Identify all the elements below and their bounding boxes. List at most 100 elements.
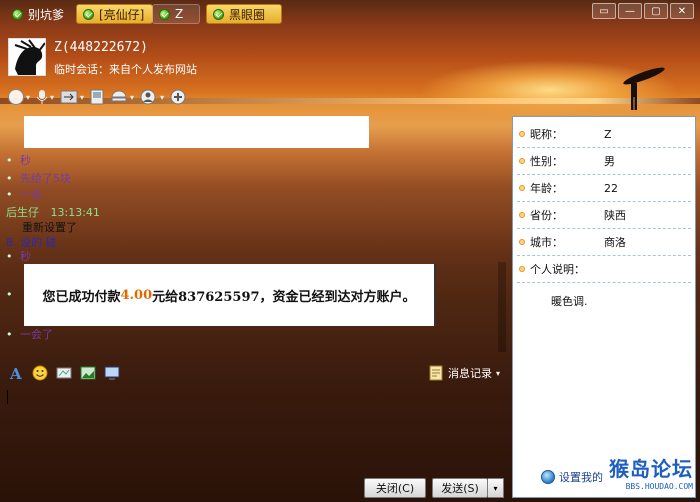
online-status-icon bbox=[83, 8, 94, 20]
profile-value: 陕西 bbox=[604, 209, 626, 222]
profile-value: 男 bbox=[604, 155, 615, 168]
settings-link[interactable]: 设置我的 bbox=[541, 469, 603, 485]
more-icon bbox=[170, 89, 186, 105]
remote-icon bbox=[111, 90, 127, 102]
profile-label: 年龄： bbox=[530, 182, 563, 195]
tab-contact-3[interactable]: Z bbox=[152, 4, 200, 24]
settings-link-label: 设置我的 bbox=[559, 471, 603, 484]
watermark-main: 猴岛论坛 bbox=[609, 457, 693, 481]
profile-value: Z bbox=[604, 127, 612, 141]
send-options-button[interactable]: ▾ bbox=[488, 478, 504, 498]
profile-label: 个人说明： bbox=[530, 263, 585, 276]
surfer-silhouette bbox=[623, 67, 665, 110]
chevron-down-icon: ▾ bbox=[80, 92, 85, 102]
profile-label: 昵称： bbox=[530, 128, 563, 141]
chevron-down-icon: ▾ bbox=[160, 92, 165, 102]
transfer-icon bbox=[60, 90, 78, 104]
chat-message: 秒 bbox=[6, 152, 31, 168]
profile-row-gender: 性别： 男 bbox=[517, 148, 691, 175]
history-icon bbox=[429, 365, 443, 381]
close-button[interactable]: 关闭(C) bbox=[364, 478, 426, 498]
watermark-sub: BBS.HOUDAO.COM bbox=[625, 482, 693, 491]
history-label: 消息记录 bbox=[447, 367, 492, 380]
profile-row-age: 年龄： 22 bbox=[517, 175, 691, 202]
avatar-image bbox=[9, 39, 45, 75]
tab-contact-1[interactable]: 别坑爹 bbox=[6, 4, 72, 24]
chat-message: 秒 bbox=[6, 248, 31, 264]
bullet-icon bbox=[519, 131, 525, 137]
remote-assist-button[interactable]: ▾ bbox=[110, 89, 134, 105]
profile-label: 省份： bbox=[530, 209, 563, 222]
message-text: 一会 bbox=[20, 188, 42, 201]
avatar[interactable] bbox=[8, 38, 46, 76]
skin-button[interactable]: ▭ bbox=[592, 3, 616, 19]
message-text: 秒 bbox=[20, 250, 31, 263]
screenshot-icon[interactable] bbox=[104, 365, 120, 381]
tab-label: Z bbox=[175, 7, 184, 21]
profile-row-bio: 个人说明： bbox=[517, 256, 691, 283]
file-transfer-button[interactable]: ▾ bbox=[60, 90, 84, 104]
video-call-button[interactable]: ▾ bbox=[8, 89, 30, 105]
tab-label: 黑眼圈 bbox=[229, 7, 266, 22]
profile-panel: 昵称： Z 性别： 男 年龄： 22 省份： 陕西 城市： 商洛 个人说明： 暖… bbox=[512, 116, 696, 498]
tab-label: [亮仙仔] bbox=[99, 7, 145, 22]
online-status-icon bbox=[159, 8, 170, 20]
svg-text:A: A bbox=[9, 365, 22, 381]
profile-label: 性别： bbox=[530, 155, 563, 168]
chevron-down-icon: ▾ bbox=[130, 92, 135, 102]
message-history-button[interactable]: 消息记录 ▾ bbox=[428, 365, 500, 381]
watermark-logo: 猴岛论坛 BBS.HOUDAO.COM bbox=[609, 453, 693, 491]
maximize-button[interactable]: ▢ bbox=[644, 3, 668, 19]
font-icon[interactable]: A bbox=[8, 365, 24, 381]
screen-icon bbox=[90, 89, 104, 105]
bullet-icon bbox=[519, 266, 525, 272]
video-icon bbox=[8, 89, 24, 105]
payment-amount: 4.00 bbox=[120, 287, 153, 303]
chat-message: 一会 bbox=[6, 186, 42, 202]
chat-history[interactable]: 秒 先给了5块 一会 后生仔 13:13:41 重新设置了 8. 设的 碰 秒 … bbox=[0, 112, 508, 360]
chat-message: 先给了5块 bbox=[6, 170, 71, 186]
sender-message: 重新设置了 bbox=[22, 221, 77, 234]
voice-call-button[interactable]: ▾ bbox=[36, 89, 54, 105]
message-time: 13:13:41 bbox=[50, 206, 100, 219]
tab-label: 别坑爹 bbox=[28, 7, 65, 22]
globe-icon bbox=[541, 470, 555, 484]
profile-value: 商洛 bbox=[604, 236, 626, 249]
tab-contact-4[interactable]: 黑眼圈 bbox=[206, 4, 282, 24]
chat-message: 一会了 bbox=[6, 326, 53, 342]
emoji-icon[interactable] bbox=[32, 365, 48, 381]
chat-scrollbar[interactable] bbox=[498, 262, 506, 352]
online-status-icon bbox=[12, 8, 23, 20]
contact-name: Z(448222672) bbox=[54, 40, 148, 55]
profile-row-nickname: 昵称： Z bbox=[517, 121, 691, 148]
bullet-icon bbox=[519, 185, 525, 191]
profile-value: 22 bbox=[604, 181, 618, 195]
shake-icon[interactable] bbox=[56, 365, 72, 381]
payment-notice: 您已成功付款 4.00 元给837625597，资金已经到达对方账户。 bbox=[24, 264, 436, 326]
input-toolbar: A 消息记录 ▾ bbox=[0, 362, 508, 384]
chat-window: 别坑爹 [亮仙仔] Z 黑眼圈 ▭ — ▢ ✕ Z(448222672) 临时会… bbox=[0, 0, 700, 502]
chevron-down-icon: ▾ bbox=[26, 92, 31, 102]
message-input[interactable] bbox=[0, 384, 508, 474]
message-text: 秒 bbox=[20, 154, 31, 167]
send-button[interactable]: 发送(S) bbox=[432, 478, 488, 498]
more-apps-button[interactable] bbox=[170, 89, 188, 105]
online-status-icon bbox=[213, 8, 224, 20]
microphone-icon bbox=[36, 90, 48, 104]
window-controls: ▭ — ▢ ✕ bbox=[592, 3, 694, 19]
tab-contact-2[interactable]: [亮仙仔] bbox=[76, 4, 154, 24]
contact-action-button[interactable]: ▾ bbox=[140, 89, 164, 105]
profile-row-city: 城市： 商洛 bbox=[517, 229, 691, 256]
minimize-button[interactable]: — bbox=[618, 3, 642, 19]
profile-label: 城市： bbox=[530, 236, 563, 249]
screen-share-button[interactable] bbox=[90, 89, 104, 105]
message-header: 后生仔 13:13:41 bbox=[6, 204, 100, 220]
image-icon[interactable] bbox=[80, 365, 96, 381]
sender-name: 后生仔 bbox=[6, 206, 39, 219]
message-text: 先给了5块 bbox=[20, 172, 71, 185]
tab-bar: 别坑爹 [亮仙仔] Z 黑眼圈 ▭ — ▢ ✕ bbox=[0, 0, 700, 28]
close-window-button[interactable]: ✕ bbox=[670, 3, 694, 19]
action-toolbar: ▾ ▾ ▾ ▾ ▾ bbox=[8, 88, 188, 106]
session-source: 临时会话：来自个人发布网站 bbox=[54, 63, 197, 76]
chevron-down-icon: ▾ bbox=[495, 368, 500, 378]
